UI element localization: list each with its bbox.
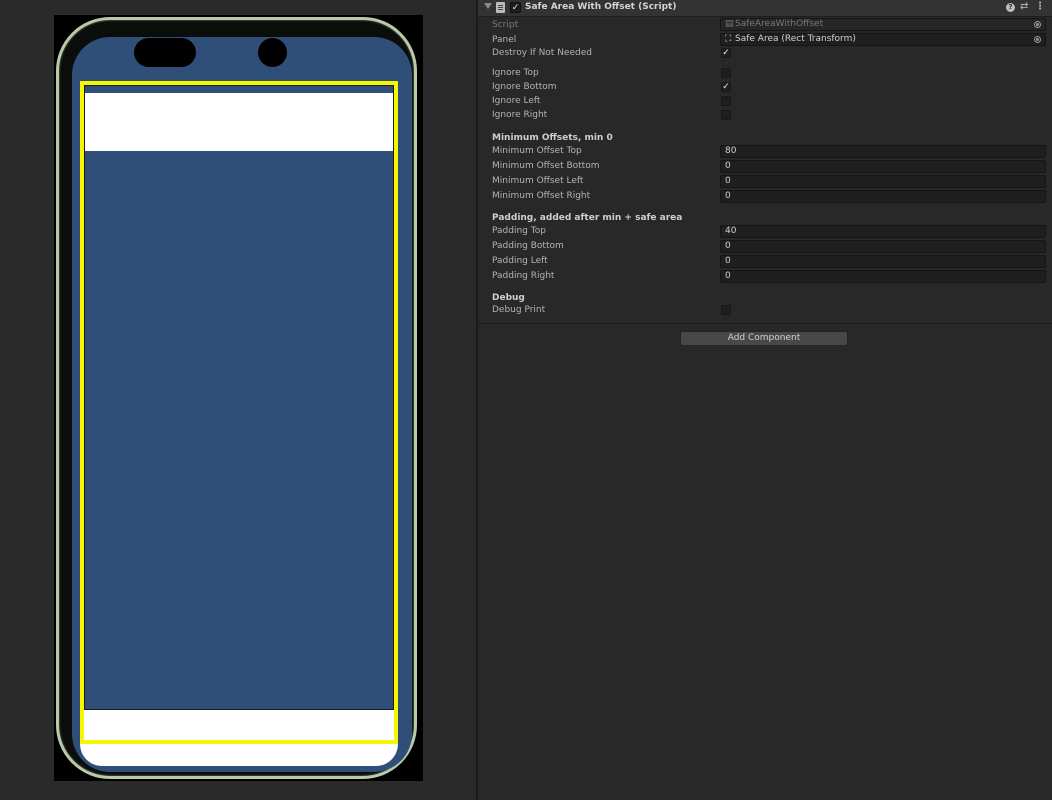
help-icon[interactable]: ?: [1006, 3, 1015, 12]
component-enabled-checkbox[interactable]: ✓: [510, 2, 521, 13]
minimum-offset-right-label: Minimum Offset Right: [492, 191, 591, 201]
script-label: Script: [492, 20, 519, 30]
rect-transform-icon: ⛶: [725, 34, 732, 44]
presets-icon[interactable]: ⇄: [1020, 1, 1028, 12]
camera-cutout: [258, 38, 287, 67]
script-value: SafeAreaWithOffset: [735, 19, 824, 29]
object-picker-icon[interactable]: [1034, 36, 1041, 43]
panel-value: Safe Area (Rect Transform): [735, 34, 856, 44]
debug-header: Debug: [492, 293, 525, 303]
dynamic-island-pill: [134, 38, 196, 67]
padding-right-label: Padding Right: [492, 271, 555, 281]
screen-bottom-area: [80, 744, 398, 766]
minimum-offset-left-field[interactable]: 0: [720, 175, 1046, 188]
ignore-top-label: Ignore Top: [492, 68, 539, 78]
panel-label: Panel: [492, 35, 517, 45]
safe-area-outline: [80, 81, 398, 744]
inspector-panel: ✓ Safe Area With Offset (Script) ? ⇄ ⋮ S…: [476, 0, 1052, 800]
minimum-offset-bottom-label: Minimum Offset Bottom: [492, 161, 600, 171]
minimum-offset-left-label: Minimum Offset Left: [492, 176, 584, 186]
padding-left-field[interactable]: 0: [720, 255, 1046, 268]
ignore-bottom-label: Ignore Bottom: [492, 82, 557, 92]
padding-top-label: Padding Top: [492, 226, 546, 236]
debug-print-checkbox[interactable]: [721, 305, 731, 315]
script-field: ▤SafeAreaWithOffset: [720, 18, 1046, 31]
panel-field[interactable]: ⛶ Safe Area (Rect Transform): [720, 33, 1046, 46]
component-header[interactable]: ✓ Safe Area With Offset (Script) ? ⇄ ⋮: [478, 0, 1052, 17]
minimum-offset-top-field[interactable]: 80: [720, 145, 1046, 158]
script-file-icon: [496, 2, 505, 13]
object-picker-icon: [1034, 21, 1041, 28]
padding-bottom-field[interactable]: 0: [720, 240, 1046, 253]
destroy-if-not-needed-label: Destroy If Not Needed: [492, 48, 592, 58]
component-title: Safe Area With Offset (Script): [525, 2, 677, 12]
ignore-bottom-checkbox[interactable]: ✓: [721, 82, 731, 92]
padding-bottom-label: Padding Bottom: [492, 241, 564, 251]
padding-top-field[interactable]: 40: [720, 225, 1046, 238]
fold-arrow-icon[interactable]: [484, 3, 492, 9]
minimum-offset-top-label: Minimum Offset Top: [492, 146, 582, 156]
padding-left-label: Padding Left: [492, 256, 548, 266]
padding-right-field[interactable]: 0: [720, 270, 1046, 283]
ignore-right-checkbox[interactable]: [721, 110, 731, 120]
minimum-offset-bottom-field[interactable]: 0: [720, 160, 1046, 173]
add-component-button[interactable]: Add Component: [680, 331, 848, 346]
unity-editor: ✓ Safe Area With Offset (Script) ? ⇄ ⋮ S…: [0, 0, 1052, 800]
game-view: [0, 0, 476, 800]
ignore-left-label: Ignore Left: [492, 96, 541, 106]
minimum-offset-right-field[interactable]: 0: [720, 190, 1046, 203]
destroy-if-not-needed-checkbox[interactable]: ✓: [721, 48, 731, 58]
component-divider: [478, 323, 1052, 324]
ignore-right-label: Ignore Right: [492, 110, 548, 120]
ignore-top-checkbox[interactable]: [721, 68, 731, 78]
debug-print-label: Debug Print: [492, 305, 546, 315]
ignore-left-checkbox[interactable]: [721, 96, 731, 106]
more-options-icon[interactable]: ⋮: [1035, 1, 1045, 12]
padding-header: Padding, added after min + safe area: [492, 213, 683, 223]
script-file-icon: ▤: [725, 19, 734, 29]
minimum-offsets-header: Minimum Offsets, min 0: [492, 133, 613, 143]
